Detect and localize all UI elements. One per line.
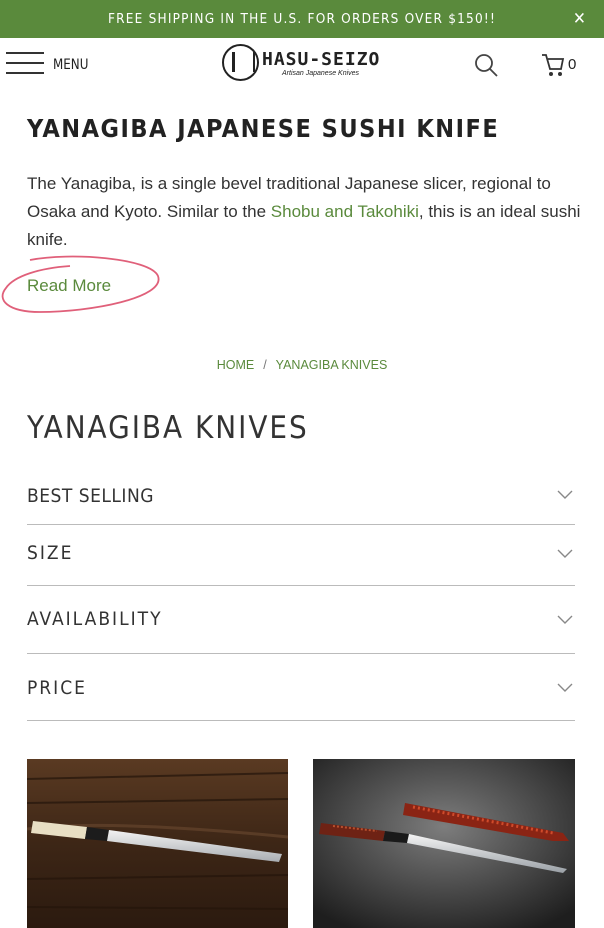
breadcrumb-current[interactable]: YANAGIBA KNIVES [276,358,388,372]
filter-size[interactable]: SIZE [27,525,575,586]
chevron-down-icon [557,549,573,558]
chevron-down-icon [557,683,573,692]
close-icon[interactable]: ✕ [573,9,587,29]
product-image [313,759,575,928]
filter-label: PRICE [27,677,87,699]
page-title: YANAGIBA JAPANESE SUSHI KNIFE [27,114,500,143]
product-image [27,759,288,928]
promo-text: FREE SHIPPING IN THE U.S. FOR ORDERS OVE… [107,11,497,27]
breadcrumb: HOME / YANAGIBA KNIVES [0,358,604,372]
filter-price[interactable]: PRICE [27,654,575,721]
breadcrumb-separator: / [263,358,267,372]
collection-title: YANAGIBA KNIVES [27,410,309,446]
logo-mark-icon [222,44,259,81]
logo[interactable]: HASU-SEIZO Artisan Japanese Knives [222,43,384,85]
cart-icon [542,54,565,76]
shobu-takohiki-link[interactable]: Shobu and Takohiki [271,202,419,221]
search-icon[interactable] [474,53,498,77]
product-card-2[interactable] [313,759,575,928]
product-card-1[interactable] [27,759,288,928]
filter-availability[interactable]: AVAILABILITY [27,586,575,654]
logo-subtitle: Artisan Japanese Knives [282,70,360,77]
site-header: MENU HASU-SEIZO Artisan Japanese Knives … [0,38,604,92]
promo-bar: FREE SHIPPING IN THE U.S. FOR ORDERS OVE… [0,0,604,38]
menu-label[interactable]: MENU [53,57,88,73]
cart-button[interactable]: 0 [541,52,581,78]
breadcrumb-home[interactable]: HOME [217,358,255,372]
chevron-down-icon [557,615,573,624]
filter-label: AVAILABILITY [27,608,163,630]
cart-count: 0 [568,56,577,73]
hero-description: The Yanagiba, is a single bevel traditio… [27,170,582,254]
filter-label: SIZE [27,542,74,564]
chevron-down-icon [557,490,573,499]
sort-label: BEST SELLING [27,485,155,507]
hamburger-icon[interactable] [6,50,44,76]
read-more-link[interactable]: Read More [27,276,111,296]
logo-text: HASU-SEIZO [262,49,381,70]
sort-dropdown[interactable]: BEST SELLING [27,472,575,525]
